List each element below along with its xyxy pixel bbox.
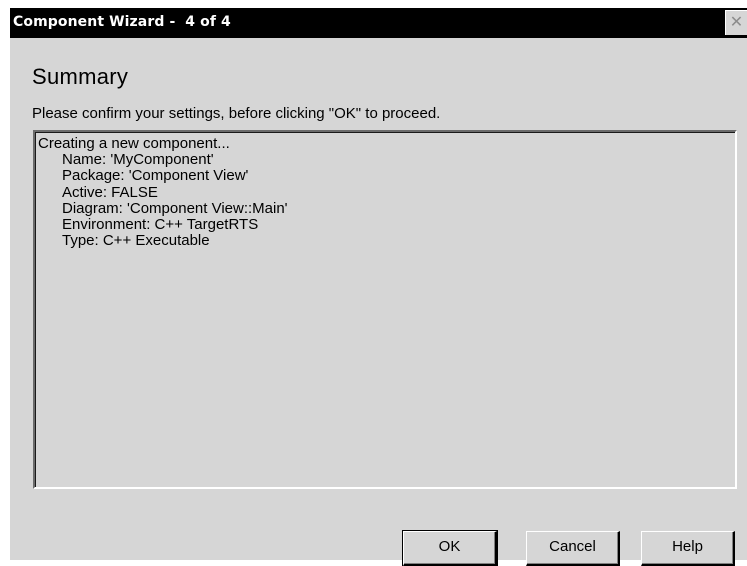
instruction-text: Please confirm your settings, before cli… — [32, 105, 441, 122]
summary-line: Environment: C++ TargetRTS — [62, 216, 259, 234]
summary-line: Type: C++ Executable — [62, 232, 210, 250]
ok-button[interactable]: OK — [402, 530, 498, 566]
summary-line: Package: 'Component View' — [62, 167, 249, 185]
help-button[interactable]: Help — [641, 531, 735, 566]
summary-line: Creating a new component... — [38, 135, 230, 152]
summary-line: Diagram: 'Component View::Main' — [62, 199, 288, 217]
summary-textbox[interactable]: Creating a new component... Name: 'MyCom… — [33, 130, 737, 489]
component-wizard-dialog: Component Wizard - 4 of 4 ✕ Summary Plea… — [10, 8, 747, 566]
summary-line: Active: FALSE — [62, 183, 158, 201]
window-title: Component Wizard - 4 of 4 — [13, 14, 231, 30]
cancel-button[interactable]: Cancel — [526, 531, 620, 566]
page-title: Summary — [32, 64, 129, 89]
close-icon[interactable]: ✕ — [725, 10, 747, 35]
title-bar[interactable]: Component Wizard - 4 of 4 ✕ — [10, 8, 747, 38]
summary-line: Name: 'MyComponent' — [62, 151, 214, 169]
